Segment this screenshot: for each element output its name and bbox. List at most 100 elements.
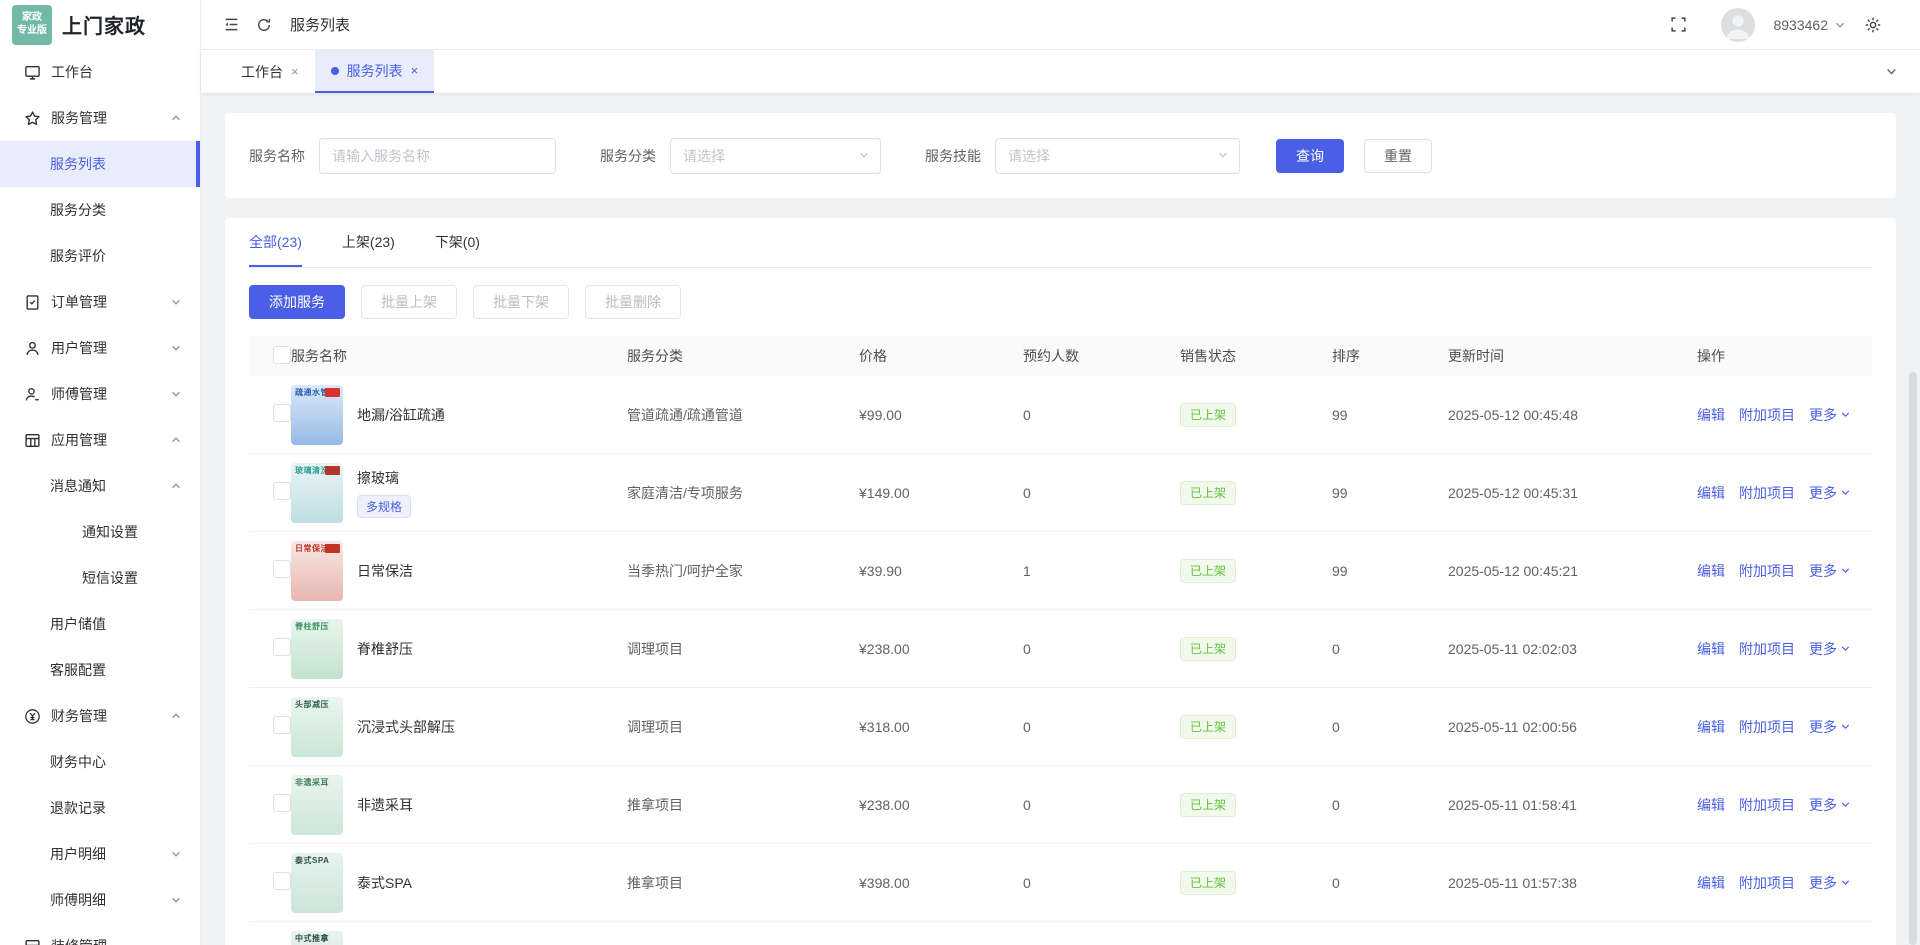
sidebar-item-sub[interactable]: 服务分类 [0,187,200,233]
more-link[interactable]: 更多 [1809,561,1851,581]
chevron-down-icon [1834,19,1846,31]
tabs-dropdown-chevron[interactable] [1885,65,1898,78]
sidebar-item-sub[interactable]: 用户储值 [0,601,200,647]
more-link[interactable]: 更多 [1809,717,1851,737]
dashboard-icon [24,64,41,81]
edit-link[interactable]: 编辑 [1697,405,1725,425]
sidebar-item-sub[interactable]: 客服配置 [0,647,200,693]
edit-link[interactable]: 编辑 [1697,795,1725,815]
skill-select[interactable]: 请选择 [995,138,1240,174]
addon-link[interactable]: 附加项目 [1739,405,1795,425]
scrollbar-thumb[interactable] [1909,372,1917,945]
sort-value: 99 [1332,407,1448,423]
add-service-button[interactable]: 添加服务 [249,285,345,319]
nav-tab[interactable]: 服务列表 × [315,50,435,93]
more-link[interactable]: 更多 [1809,795,1851,815]
nav-tab[interactable]: 工作台 × [225,50,315,93]
finance-icon [24,708,41,725]
updated-time: 2025-05-12 00:45:48 [1448,407,1697,423]
close-tab-icon[interactable]: × [291,65,299,78]
batch-offline-button[interactable]: 批量下架 [473,285,569,319]
status-tab[interactable]: 全部(23) [249,218,302,267]
more-link[interactable]: 更多 [1809,483,1851,503]
booking-count: 0 [1023,797,1180,813]
sidebar-item-star[interactable]: 服务管理 [0,95,200,141]
more-link[interactable]: 更多 [1809,405,1851,425]
sidebar-menu: 工作台 服务管理 服务列表 服务分类 服务评价 订单管理 用户管理 师傅管理 应… [0,49,200,945]
row-checkbox[interactable] [273,872,291,890]
sidebar-item-apps[interactable]: 应用管理 [0,417,200,463]
row-checkbox[interactable] [273,482,291,500]
addon-link[interactable]: 附加项目 [1739,795,1795,815]
row-checkbox[interactable] [273,716,291,734]
addon-link[interactable]: 附加项目 [1739,873,1795,893]
edit-link[interactable]: 编辑 [1697,717,1725,737]
edit-link[interactable]: 编辑 [1697,561,1725,581]
sidebar-item-sub[interactable]: 用户明细 [0,831,200,877]
addon-link[interactable]: 附加项目 [1739,639,1795,659]
user-menu[interactable]: 8933462 [1773,17,1846,33]
service-name: 脊椎舒压 [357,639,413,659]
active-dot [331,67,339,75]
addon-link[interactable]: 附加项目 [1739,717,1795,737]
refresh-icon[interactable] [256,17,272,33]
row-checkbox[interactable] [273,560,291,578]
sidebar-item-sub[interactable]: 退款记录 [0,785,200,831]
edit-link[interactable]: 编辑 [1697,639,1725,659]
service-price: ¥99.00 [859,407,1023,423]
more-link[interactable]: 更多 [1809,639,1851,659]
edit-link[interactable]: 编辑 [1697,873,1725,893]
chevron-down-icon [1840,409,1851,420]
edit-link[interactable]: 编辑 [1697,483,1725,503]
avatar[interactable] [1721,8,1755,42]
row-checkbox[interactable] [273,794,291,812]
sidebar-item-sub[interactable]: 服务列表 [0,141,200,187]
col-bookings: 预约人数 [1023,346,1180,366]
skill-placeholder: 请选择 [1008,146,1050,166]
addon-link[interactable]: 附加项目 [1739,561,1795,581]
service-thumbnail: 疏通水管 [291,385,343,445]
sidebar-item-sub[interactable]: 通知设置 [0,509,200,555]
chevron-down-icon [1840,877,1851,888]
chevron-down-icon [170,848,182,860]
sidebar-item-order[interactable]: 订单管理 [0,279,200,325]
fullscreen-icon[interactable] [1670,16,1687,33]
sidebar-item-finance[interactable]: 财务管理 [0,693,200,739]
reset-button[interactable]: 重置 [1364,139,1432,173]
batch-online-button[interactable]: 批量上架 [361,285,457,319]
more-link[interactable]: 更多 [1809,873,1851,893]
select-all-checkbox[interactable] [273,346,291,364]
settings-gear-icon[interactable] [1864,16,1882,34]
sidebar-item-sub[interactable]: 财务中心 [0,739,200,785]
sidebar-item-sub[interactable]: 消息通知 [0,463,200,509]
row-checkbox[interactable] [273,638,291,656]
menu-fold-icon[interactable] [223,16,240,33]
brand-logo-line2: 专业版 [17,25,47,38]
sidebar-item-master[interactable]: 师傅管理 [0,371,200,417]
chevron-down-icon [170,296,182,308]
master-icon [24,386,41,403]
row-checkbox[interactable] [273,404,291,422]
skill-label: 服务技能 [925,146,981,166]
search-button[interactable]: 查询 [1276,139,1344,173]
booking-count: 0 [1023,641,1180,657]
close-tab-icon[interactable]: × [411,64,419,77]
sidebar-item-sub[interactable]: 师傅明细 [0,877,200,923]
batch-delete-button[interactable]: 批量删除 [585,285,681,319]
sidebar-item-dashboard[interactable]: 工作台 [0,49,200,95]
row-actions: 编辑 附加项目 更多 [1697,561,1872,581]
sort-value: 0 [1332,719,1448,735]
sidebar-item-sub[interactable]: 短信设置 [0,555,200,601]
sidebar-item-decorate[interactable]: 装修管理 [0,923,200,945]
service-thumbnail: 非遗采耳 [291,775,343,835]
sidebar-item-sub[interactable]: 服务评价 [0,233,200,279]
sidebar-item-user[interactable]: 用户管理 [0,325,200,371]
nav-tab-bar: 工作台 × 服务列表 × [201,50,1920,93]
sort-value: 0 [1332,875,1448,891]
service-price: ¥149.00 [859,485,1023,501]
service-name-input[interactable] [319,138,556,174]
status-tab[interactable]: 上架(23) [342,218,395,267]
addon-link[interactable]: 附加项目 [1739,483,1795,503]
status-tab[interactable]: 下架(0) [435,218,480,267]
category-select[interactable]: 请选择 [670,138,881,174]
